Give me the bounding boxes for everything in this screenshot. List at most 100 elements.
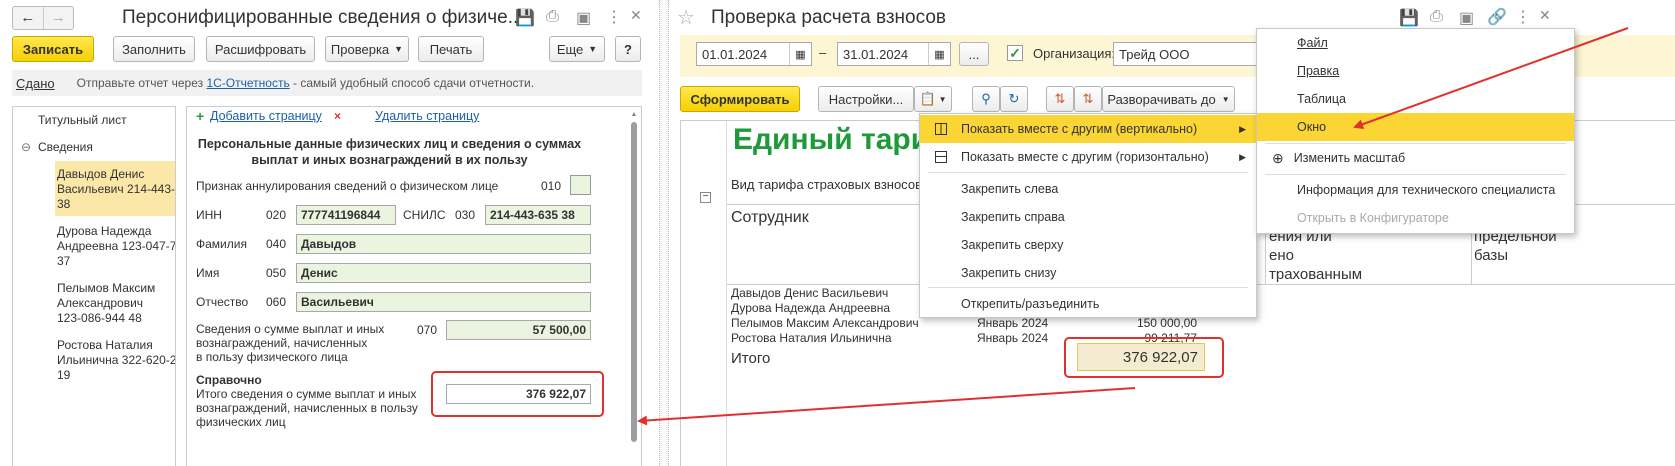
menu-item-vertical[interactable]: Показать вместе с другим (вертикально) ▶ [920, 115, 1256, 143]
tree-title-page[interactable]: Титульный лист [38, 113, 127, 127]
surname-field[interactable]: Давыдов [296, 234, 591, 254]
window-divider[interactable] [659, 0, 669, 466]
print-icon[interactable]: ⎙ [546, 8, 559, 26]
preview-icon[interactable]: ▣ [576, 8, 591, 28]
inn-label: ИНН [196, 208, 222, 222]
menu-item-pin-left[interactable]: Закрепить слева [920, 175, 1256, 203]
back-button[interactable]: ← → [12, 6, 74, 30]
sent-link[interactable]: Сдано [16, 76, 55, 91]
date-dash: – [819, 45, 827, 60]
refresh-search-button[interactable]: ↻ [1000, 86, 1028, 112]
close-icon[interactable]: ✕ [1539, 7, 1551, 24]
check-button[interactable]: Проверка ▼ [325, 36, 409, 62]
delete-page-link[interactable]: Удалить страницу [375, 109, 479, 123]
report-row-month[interactable]: Январь 2024 [977, 331, 1048, 345]
window-mode-button[interactable]: 📋 ▼ [914, 86, 952, 112]
menu-item-pin-top[interactable]: Закрепить сверху [920, 231, 1256, 259]
report-row-name[interactable]: Пелымов Максим Александрович [731, 316, 919, 330]
name-field[interactable]: Денис [296, 263, 591, 283]
search-button[interactable]: ⚲ [972, 86, 1000, 112]
tree-item-employee[interactable]: Дурова Надежда Андреевна 123-047-7 37 [57, 224, 175, 269]
split-horizontal-icon [935, 151, 947, 163]
cancel-checkbox[interactable] [570, 175, 591, 195]
menu-separator [928, 287, 1248, 288]
scrollbar[interactable]: ▲ [629, 111, 639, 466]
date-to-value: 31.01.2024 [843, 46, 909, 62]
menu-item-horizontal[interactable]: Показать вместе с другим (горизонтально)… [920, 143, 1256, 171]
tree-item-line: Ростова Наталия [57, 338, 153, 352]
org-field[interactable]: Трейд ООО [1113, 42, 1263, 66]
form-panel: + Добавить страницу × Удалить страницу П… [186, 106, 642, 466]
expand-button[interactable]: Разворачивать до ▼ [1102, 86, 1235, 112]
tree-section[interactable]: Сведения [38, 140, 93, 154]
date-to-field[interactable]: 31.01.2024 ▦ [837, 42, 951, 66]
sort-asc-button[interactable]: ⇅ [1046, 86, 1074, 112]
help-button[interactable]: ? [615, 36, 641, 62]
star-icon[interactable]: ☆ [677, 5, 695, 30]
close-icon[interactable]: ✕ [630, 7, 642, 24]
menu-item-window[interactable]: Окно [1257, 113, 1574, 141]
chevron-down-icon: ▼ [1221, 94, 1230, 104]
preview-icon[interactable]: ▣ [1459, 8, 1474, 28]
collapse-group-icon[interactable]: − [700, 192, 711, 203]
header-fragment-2: ено [1269, 247, 1294, 264]
tree-item-employee[interactable]: Давыдов Денис Васильевич 214-443-6 38 [57, 167, 175, 212]
menu-item-zoom[interactable]: ⊕ Изменить масштаб [1257, 144, 1574, 172]
generate-button[interactable]: Сформировать [680, 86, 800, 112]
org-checkbox[interactable]: ✓ [1007, 45, 1023, 61]
name-label: Имя [196, 266, 220, 280]
decode-button[interactable]: Расшифровать [206, 36, 315, 62]
forward-arrow-icon[interactable]: → [44, 7, 74, 29]
settings-button[interactable]: Настройки... [818, 86, 914, 112]
delete-icon[interactable]: × [334, 109, 341, 123]
tree-item-employee[interactable]: Пелымов Максим Александрович 123-086-944 4… [57, 281, 155, 326]
menu-item-pin-bottom-label: Закрепить снизу [961, 266, 1057, 280]
report-row-value[interactable]: 150 000,00 [1077, 316, 1197, 330]
more-button[interactable]: Еще ▼ [549, 36, 605, 62]
tree-item-employee[interactable]: Ростова Наталия Ильинична 322-620-22 19 [57, 338, 175, 383]
more-vert-icon[interactable]: ⋮ [606, 7, 622, 27]
sum-field[interactable]: 57 500,00 [446, 320, 591, 340]
report-row-name[interactable]: Дурова Надежда Андреевна [731, 301, 890, 315]
inn-field[interactable]: 777741196844 [296, 205, 396, 225]
refresh-icon: ↻ [1008, 91, 1020, 106]
print-button[interactable]: Печать [418, 36, 484, 62]
save-button[interactable]: Записать [12, 36, 94, 62]
link-icon[interactable]: 🔗 [1487, 7, 1507, 27]
back-arrow-icon[interactable]: ← [13, 7, 44, 29]
menu-item-unpin[interactable]: Открепить/разъединить [920, 290, 1256, 318]
save-icon[interactable]: 💾 [1399, 8, 1419, 28]
menu-item-tech-info[interactable]: Информация для технического специалиста [1257, 176, 1574, 204]
expand-label: Разворачивать до [1107, 91, 1216, 107]
report-row-name[interactable]: Давыдов Денис Васильевич [731, 286, 888, 300]
report-row-name[interactable]: Ростова Наталия Ильинична [731, 331, 892, 345]
patronymic-field[interactable]: Васильевич [296, 292, 591, 312]
print-icon[interactable]: ⎙ [1430, 8, 1443, 26]
scroll-up-icon[interactable]: ▲ [629, 111, 639, 118]
plus-icon[interactable]: + [196, 108, 204, 124]
menu-item-pin-top-label: Закрепить сверху [961, 238, 1064, 252]
collapse-icon[interactable]: ⊖ [21, 140, 31, 154]
add-page-link[interactable]: Добавить страницу [210, 109, 322, 123]
sort-desc-button[interactable]: ⇅ [1074, 86, 1102, 112]
right-window: ☆ Проверка расчета взносов 💾 ⎙ ▣ 🔗 ⋮ ✕ 0… [669, 0, 1675, 466]
scroll-thumb[interactable] [631, 122, 637, 442]
code-050: 050 [266, 266, 287, 280]
period-select-button[interactable]: ... [959, 42, 989, 66]
reporting-link[interactable]: 1С-Отчетность [206, 76, 289, 90]
zoom-icon: ⊕ [1272, 149, 1284, 166]
menu-item-file[interactable]: Файл [1257, 29, 1574, 57]
menu-item-table[interactable]: Таблица [1257, 85, 1574, 113]
calendar-icon[interactable]: ▦ [789, 43, 811, 65]
menu-item-edit[interactable]: Правка [1257, 57, 1574, 85]
save-icon[interactable]: 💾 [515, 8, 535, 28]
report-row-month[interactable]: Январь 2024 [977, 316, 1048, 330]
more-vert-icon[interactable]: ⋮ [1515, 7, 1531, 27]
snils-field[interactable]: 214-443-635 38 [485, 205, 591, 225]
tree-item-line: 37 [57, 254, 71, 268]
calendar-icon[interactable]: ▦ [928, 43, 950, 65]
menu-item-pin-right[interactable]: Закрепить справа [920, 203, 1256, 231]
fill-button[interactable]: Заполнить [113, 36, 195, 62]
menu-item-pin-bottom[interactable]: Закрепить снизу [920, 259, 1256, 287]
date-from-field[interactable]: 01.01.2024 ▦ [696, 42, 812, 66]
